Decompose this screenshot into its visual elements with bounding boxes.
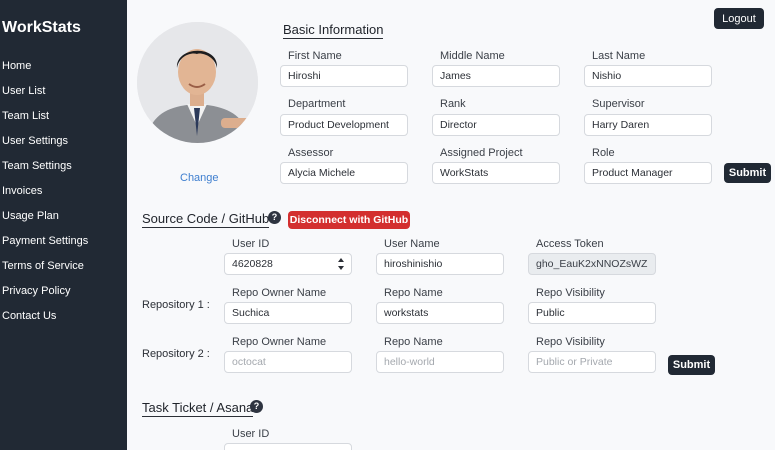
basic-information-title: Basic Information	[283, 22, 384, 39]
first-name-label: First Name	[288, 50, 342, 62]
repo2-visibility-input[interactable]	[528, 351, 656, 373]
sidebar-item-payment-settings[interactable]: Payment Settings	[2, 235, 88, 247]
disconnect-github-button[interactable]: Disconnect with GitHub	[288, 211, 410, 229]
sidebar-item-privacy-policy[interactable]: Privacy Policy	[2, 285, 70, 297]
sidebar-item-terms-of-service[interactable]: Terms of Service	[2, 260, 84, 272]
repo2-owner-label: Repo Owner Name	[232, 336, 327, 348]
sidebar-item-usage-plan[interactable]: Usage Plan	[2, 210, 59, 222]
repo2-owner-input[interactable]	[224, 351, 352, 373]
repo1-owner-label: Repo Owner Name	[232, 287, 327, 299]
sidebar-item-contact-us[interactable]: Contact Us	[2, 310, 56, 322]
repo1-name-label: Repo Name	[384, 287, 443, 299]
sidebar-item-user-list[interactable]: User List	[2, 85, 45, 97]
profile-photo	[137, 22, 258, 143]
sidebar-item-team-list[interactable]: Team List	[2, 110, 49, 122]
department-input[interactable]	[280, 114, 408, 136]
github-help-icon[interactable]: ?	[268, 211, 281, 224]
repo2-name-label: Repo Name	[384, 336, 443, 348]
repo1-visibility-input[interactable]	[528, 302, 656, 324]
rank-label: Rank	[440, 98, 466, 110]
main-content: Logout Change Basic Information First Na…	[127, 0, 775, 450]
asana-user-id-label: User ID	[232, 428, 270, 440]
assessor-input[interactable]	[280, 162, 408, 184]
github-section-title: Source Code / GitHub	[142, 211, 270, 228]
assessor-label: Assessor	[288, 147, 334, 159]
github-user-id-label: User ID	[232, 238, 270, 250]
logout-button[interactable]: Logout	[714, 8, 764, 29]
repo1-owner-input[interactable]	[224, 302, 352, 324]
first-name-input[interactable]	[280, 65, 408, 87]
change-photo-link[interactable]: Change	[180, 172, 219, 184]
sidebar-item-user-settings[interactable]: User Settings	[2, 135, 68, 147]
last-name-input[interactable]	[584, 65, 712, 87]
access-token-label: Access Token	[536, 238, 604, 250]
number-spinner-icon[interactable]	[336, 253, 346, 275]
department-label: Department	[288, 98, 346, 110]
repo2-visibility-label: Repo Visibility	[536, 336, 605, 348]
last-name-label: Last Name	[592, 50, 646, 62]
role-label: Role	[592, 147, 615, 159]
repository-2-label: Repository 2 :	[142, 348, 210, 360]
asana-user-id-input[interactable]	[224, 443, 352, 450]
middle-name-input[interactable]	[432, 65, 560, 87]
role-input[interactable]	[584, 162, 712, 184]
sidebar-item-home[interactable]: Home	[2, 60, 31, 72]
supervisor-label: Supervisor	[592, 98, 645, 110]
supervisor-input[interactable]	[584, 114, 712, 136]
github-submit-button[interactable]: Submit	[668, 355, 715, 375]
basic-submit-button[interactable]: Submit	[724, 163, 771, 183]
repo1-visibility-label: Repo Visibility	[536, 287, 605, 299]
repo2-name-input[interactable]	[376, 351, 504, 373]
assigned-project-label: Assigned Project	[440, 147, 523, 159]
assigned-project-input[interactable]	[432, 162, 560, 184]
repository-1-label: Repository 1 :	[142, 299, 210, 311]
access-token-input[interactable]	[528, 253, 656, 275]
rank-input[interactable]	[432, 114, 560, 136]
sidebar: WorkStats Home User List Team List User …	[0, 0, 127, 450]
repo1-name-input[interactable]	[376, 302, 504, 324]
middle-name-label: Middle Name	[440, 50, 505, 62]
github-user-id-input[interactable]	[224, 253, 352, 275]
github-user-name-input[interactable]	[376, 253, 504, 275]
sidebar-item-team-settings[interactable]: Team Settings	[2, 160, 72, 172]
asana-section-title: Task Ticket / Asana	[142, 400, 254, 417]
sidebar-item-invoices[interactable]: Invoices	[2, 185, 42, 197]
avatar	[137, 22, 258, 143]
asana-help-icon[interactable]: ?	[250, 400, 263, 413]
app-logo[interactable]: WorkStats	[2, 19, 81, 37]
github-user-name-label: User Name	[384, 238, 440, 250]
